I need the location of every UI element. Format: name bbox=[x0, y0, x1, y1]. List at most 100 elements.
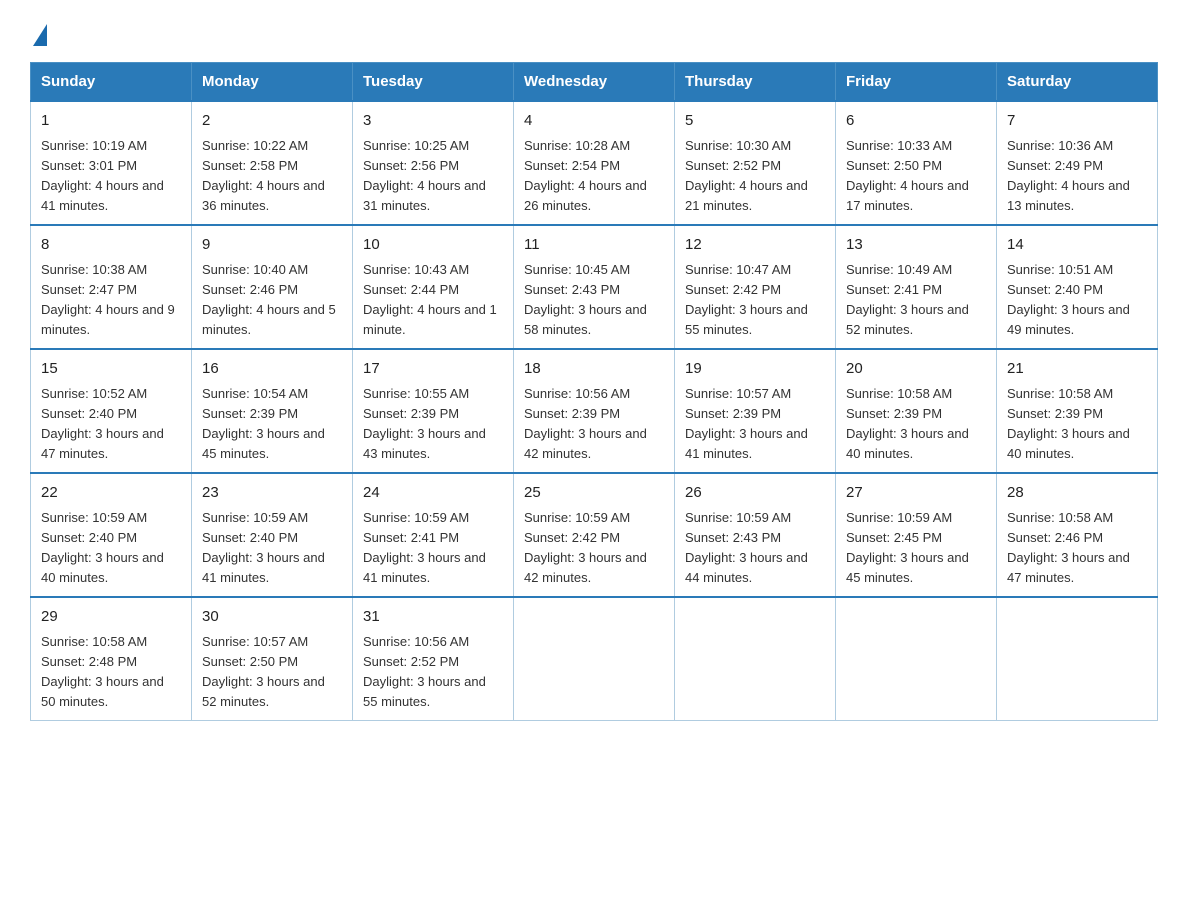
calendar-cell bbox=[675, 597, 836, 721]
calendar-cell: 7Sunrise: 10:36 AMSunset: 2:49 PMDayligh… bbox=[997, 101, 1158, 225]
day-info: Sunrise: 10:30 AMSunset: 2:52 PMDaylight… bbox=[685, 138, 808, 213]
calendar-cell: 28 Sunrise: 10:58 AMSunset: 2:46 PMDaylig… bbox=[997, 473, 1158, 597]
day-info: Sunrise: 10:28 AMSunset: 2:54 PMDaylight… bbox=[524, 138, 647, 213]
day-number: 25 bbox=[524, 482, 664, 505]
day-number: 24 bbox=[363, 482, 503, 505]
day-info: Sunrise: 10:57 AMSunset: 2:39 PMDaylight… bbox=[685, 386, 808, 461]
calendar-cell: 23 Sunrise: 10:59 AMSunset: 2:40 PMDaylig… bbox=[192, 473, 353, 597]
day-info: Sunrise: 10:55 AMSunset: 2:39 PMDaylight… bbox=[363, 386, 486, 461]
calendar-cell: 27 Sunrise: 10:59 AMSunset: 2:45 PMDaylig… bbox=[836, 473, 997, 597]
day-number: 30 bbox=[202, 606, 342, 629]
calendar-cell: 10Sunrise: 10:43 AMSunset: 2:44 PMDaylig… bbox=[353, 225, 514, 349]
calendar-cell: 19 Sunrise: 10:57 AMSunset: 2:39 PMDaylig… bbox=[675, 349, 836, 473]
day-info: Sunrise: 10:59 AMSunset: 2:40 PMDaylight… bbox=[202, 510, 325, 585]
calendar-cell: 20 Sunrise: 10:58 AMSunset: 2:39 PMDaylig… bbox=[836, 349, 997, 473]
day-number: 23 bbox=[202, 482, 342, 505]
calendar-cell: 30 Sunrise: 10:57 AMSunset: 2:50 PMDaylig… bbox=[192, 597, 353, 721]
calendar-day-header: Tuesday bbox=[353, 63, 514, 102]
day-info: Sunrise: 10:49 AMSunset: 2:41 PMDaylight… bbox=[846, 262, 969, 337]
calendar-cell: 21 Sunrise: 10:58 AMSunset: 2:39 PMDaylig… bbox=[997, 349, 1158, 473]
day-info: Sunrise: 10:58 AMSunset: 2:39 PMDaylight… bbox=[1007, 386, 1130, 461]
calendar-day-header: Saturday bbox=[997, 63, 1158, 102]
calendar-cell: 31 Sunrise: 10:56 AMSunset: 2:52 PMDaylig… bbox=[353, 597, 514, 721]
day-info: Sunrise: 10:22 AMSunset: 2:58 PMDaylight… bbox=[202, 138, 325, 213]
calendar-table: SundayMondayTuesdayWednesdayThursdayFrid… bbox=[30, 62, 1158, 721]
day-info: Sunrise: 10:38 AMSunset: 2:47 PMDaylight… bbox=[41, 262, 175, 337]
day-number: 14 bbox=[1007, 234, 1147, 257]
day-info: Sunrise: 10:47 AMSunset: 2:42 PMDaylight… bbox=[685, 262, 808, 337]
calendar-cell: 24 Sunrise: 10:59 AMSunset: 2:41 PMDaylig… bbox=[353, 473, 514, 597]
day-info: Sunrise: 10:58 AMSunset: 2:39 PMDaylight… bbox=[846, 386, 969, 461]
day-number: 28 bbox=[1007, 482, 1147, 505]
calendar-week-row: 8 Sunrise: 10:38 AMSunset: 2:47 PMDayligh… bbox=[31, 225, 1158, 349]
calendar-week-row: 29Sunrise: 10:58 AMSunset: 2:48 PMDaylig… bbox=[31, 597, 1158, 721]
logo-triangle-icon bbox=[33, 24, 47, 46]
day-number: 9 bbox=[202, 234, 342, 257]
day-info: Sunrise: 10:54 AMSunset: 2:39 PMDaylight… bbox=[202, 386, 325, 461]
day-number: 8 bbox=[41, 234, 181, 257]
day-number: 12 bbox=[685, 234, 825, 257]
day-info: Sunrise: 10:56 AMSunset: 2:52 PMDaylight… bbox=[363, 634, 486, 709]
calendar-header-row: SundayMondayTuesdayWednesdayThursdayFrid… bbox=[31, 63, 1158, 102]
day-info: Sunrise: 10:58 AMSunset: 2:48 PMDaylight… bbox=[41, 634, 164, 709]
calendar-week-row: 1Sunrise: 10:19 AMSunset: 3:01 PMDayligh… bbox=[31, 101, 1158, 225]
calendar-cell: 5 Sunrise: 10:30 AMSunset: 2:52 PMDayligh… bbox=[675, 101, 836, 225]
day-number: 11 bbox=[524, 234, 664, 257]
day-number: 1 bbox=[41, 110, 181, 133]
calendar-day-header: Monday bbox=[192, 63, 353, 102]
calendar-cell: 13 Sunrise: 10:49 AMSunset: 2:41 PMDaylig… bbox=[836, 225, 997, 349]
calendar-week-row: 22Sunrise: 10:59 AMSunset: 2:40 PMDaylig… bbox=[31, 473, 1158, 597]
calendar-cell: 17 Sunrise: 10:55 AMSunset: 2:39 PMDaylig… bbox=[353, 349, 514, 473]
calendar-cell: 15Sunrise: 10:52 AMSunset: 2:40 PMDaylig… bbox=[31, 349, 192, 473]
day-number: 26 bbox=[685, 482, 825, 505]
day-number: 2 bbox=[202, 110, 342, 133]
day-info: Sunrise: 10:56 AMSunset: 2:39 PMDaylight… bbox=[524, 386, 647, 461]
day-number: 7 bbox=[1007, 110, 1147, 133]
day-number: 21 bbox=[1007, 358, 1147, 381]
calendar-cell: 25 Sunrise: 10:59 AMSunset: 2:42 PMDaylig… bbox=[514, 473, 675, 597]
calendar-day-header: Wednesday bbox=[514, 63, 675, 102]
day-number: 4 bbox=[524, 110, 664, 133]
day-number: 17 bbox=[363, 358, 503, 381]
calendar-day-header: Thursday bbox=[675, 63, 836, 102]
day-info: Sunrise: 10:59 AMSunset: 2:40 PMDaylight… bbox=[41, 510, 164, 585]
calendar-cell: 9Sunrise: 10:40 AMSunset: 2:46 PMDayligh… bbox=[192, 225, 353, 349]
calendar-cell: 16 Sunrise: 10:54 AMSunset: 2:39 PMDaylig… bbox=[192, 349, 353, 473]
calendar-cell: 29Sunrise: 10:58 AMSunset: 2:48 PMDaylig… bbox=[31, 597, 192, 721]
day-number: 27 bbox=[846, 482, 986, 505]
calendar-cell: 18 Sunrise: 10:56 AMSunset: 2:39 PMDaylig… bbox=[514, 349, 675, 473]
day-number: 19 bbox=[685, 358, 825, 381]
day-number: 18 bbox=[524, 358, 664, 381]
calendar-cell: 3Sunrise: 10:25 AMSunset: 2:56 PMDayligh… bbox=[353, 101, 514, 225]
calendar-cell: 1Sunrise: 10:19 AMSunset: 3:01 PMDayligh… bbox=[31, 101, 192, 225]
day-info: Sunrise: 10:58 AMSunset: 2:46 PMDaylight… bbox=[1007, 510, 1130, 585]
day-info: Sunrise: 10:59 AMSunset: 2:45 PMDaylight… bbox=[846, 510, 969, 585]
calendar-cell: 22Sunrise: 10:59 AMSunset: 2:40 PMDaylig… bbox=[31, 473, 192, 597]
day-info: Sunrise: 10:59 AMSunset: 2:42 PMDaylight… bbox=[524, 510, 647, 585]
calendar-cell: 12 Sunrise: 10:47 AMSunset: 2:42 PMDaylig… bbox=[675, 225, 836, 349]
day-info: Sunrise: 10:25 AMSunset: 2:56 PMDaylight… bbox=[363, 138, 486, 213]
calendar-cell: 26 Sunrise: 10:59 AMSunset: 2:43 PMDaylig… bbox=[675, 473, 836, 597]
calendar-cell: 6 Sunrise: 10:33 AMSunset: 2:50 PMDayligh… bbox=[836, 101, 997, 225]
day-info: Sunrise: 10:59 AMSunset: 2:43 PMDaylight… bbox=[685, 510, 808, 585]
day-number: 31 bbox=[363, 606, 503, 629]
day-info: Sunrise: 10:33 AMSunset: 2:50 PMDaylight… bbox=[846, 138, 969, 213]
day-number: 20 bbox=[846, 358, 986, 381]
day-info: Sunrise: 10:59 AMSunset: 2:41 PMDaylight… bbox=[363, 510, 486, 585]
calendar-cell bbox=[514, 597, 675, 721]
day-number: 6 bbox=[846, 110, 986, 133]
day-info: Sunrise: 10:43 AMSunset: 2:44 PMDaylight… bbox=[363, 262, 497, 337]
day-info: Sunrise: 10:52 AMSunset: 2:40 PMDaylight… bbox=[41, 386, 164, 461]
day-number: 16 bbox=[202, 358, 342, 381]
calendar-day-header: Friday bbox=[836, 63, 997, 102]
header bbox=[30, 20, 1158, 44]
day-info: Sunrise: 10:57 AMSunset: 2:50 PMDaylight… bbox=[202, 634, 325, 709]
calendar-week-row: 15Sunrise: 10:52 AMSunset: 2:40 PMDaylig… bbox=[31, 349, 1158, 473]
calendar-cell: 8 Sunrise: 10:38 AMSunset: 2:47 PMDayligh… bbox=[31, 225, 192, 349]
calendar-cell: 11Sunrise: 10:45 AMSunset: 2:43 PMDaylig… bbox=[514, 225, 675, 349]
day-number: 5 bbox=[685, 110, 825, 133]
calendar-cell: 14 Sunrise: 10:51 AMSunset: 2:40 PMDaylig… bbox=[997, 225, 1158, 349]
day-info: Sunrise: 10:51 AMSunset: 2:40 PMDaylight… bbox=[1007, 262, 1130, 337]
day-number: 13 bbox=[846, 234, 986, 257]
calendar-day-header: Sunday bbox=[31, 63, 192, 102]
